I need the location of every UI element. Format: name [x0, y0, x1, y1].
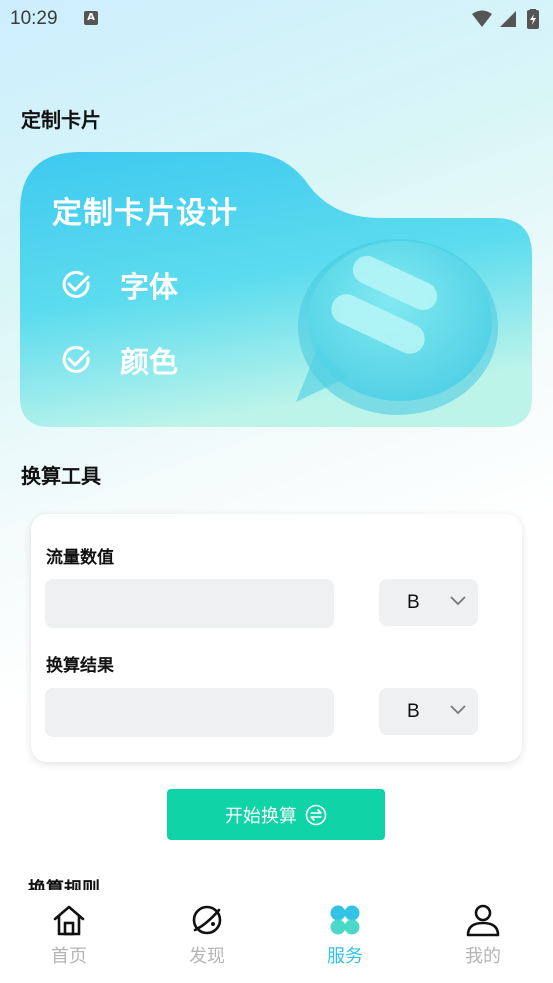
feature-font-label: 字体 — [120, 270, 179, 304]
banner-title: 定制卡片设计 — [52, 196, 238, 231]
input-unit-select[interactable]: B — [379, 579, 478, 626]
status-time: 10:29 — [10, 8, 58, 29]
feature-color-label: 颜色 — [120, 345, 179, 379]
start-convert-label: 开始换算 — [225, 805, 297, 827]
custom-card-banner[interactable]: 定制卡片设计 字体 颜色 — [20, 152, 532, 427]
tab-discover[interactable]: 发现 — [152, 902, 262, 968]
input-unit-value: B — [407, 592, 420, 613]
check-circle-icon — [62, 270, 90, 298]
feature-color: 颜色 — [60, 339, 178, 381]
result-label: 换算结果 — [46, 656, 114, 676]
start-convert-button[interactable]: 开始换算 — [167, 789, 385, 840]
feature-font: 字体 — [60, 264, 178, 306]
check-circle-icon — [62, 345, 90, 373]
result-unit-value: B — [407, 701, 420, 722]
tab-services[interactable]: 服务 — [290, 902, 400, 968]
result-unit-select[interactable]: B — [379, 688, 478, 735]
section-title-converter: 换算工具 — [21, 464, 101, 488]
section-title-rules: 换算规则 — [28, 879, 100, 890]
flow-value-input[interactable] — [45, 579, 334, 628]
tab-home[interactable]: 首页 — [14, 902, 124, 968]
tab-mine[interactable]: 我的 — [428, 902, 538, 968]
status-bar: 10:29 A — [0, 0, 553, 38]
bottom-tab-bar: 首页 发现 服务 我的 — [0, 890, 553, 983]
user-icon — [466, 904, 500, 937]
notification-icon: A — [84, 11, 98, 25]
clover-icon — [330, 905, 360, 935]
chevron-down-icon — [450, 596, 466, 606]
swap-circle-icon — [305, 804, 327, 825]
tab-services-label: 服务 — [327, 946, 363, 967]
section-title-custom-card: 定制卡片 — [21, 108, 101, 132]
home-icon — [53, 905, 85, 936]
tab-discover-label: 发现 — [189, 946, 225, 967]
tab-home-label: 首页 — [51, 946, 87, 967]
input-label: 流量数值 — [46, 548, 114, 568]
chat-bubble-illustration — [296, 239, 498, 415]
planet-icon — [192, 905, 222, 935]
result-input[interactable] — [45, 688, 334, 737]
converter-panel: 流量数值 B 换算结果 B — [31, 514, 522, 762]
chevron-down-icon — [450, 705, 466, 715]
system-status-icons — [472, 9, 539, 29]
tab-mine-label: 我的 — [465, 946, 501, 967]
